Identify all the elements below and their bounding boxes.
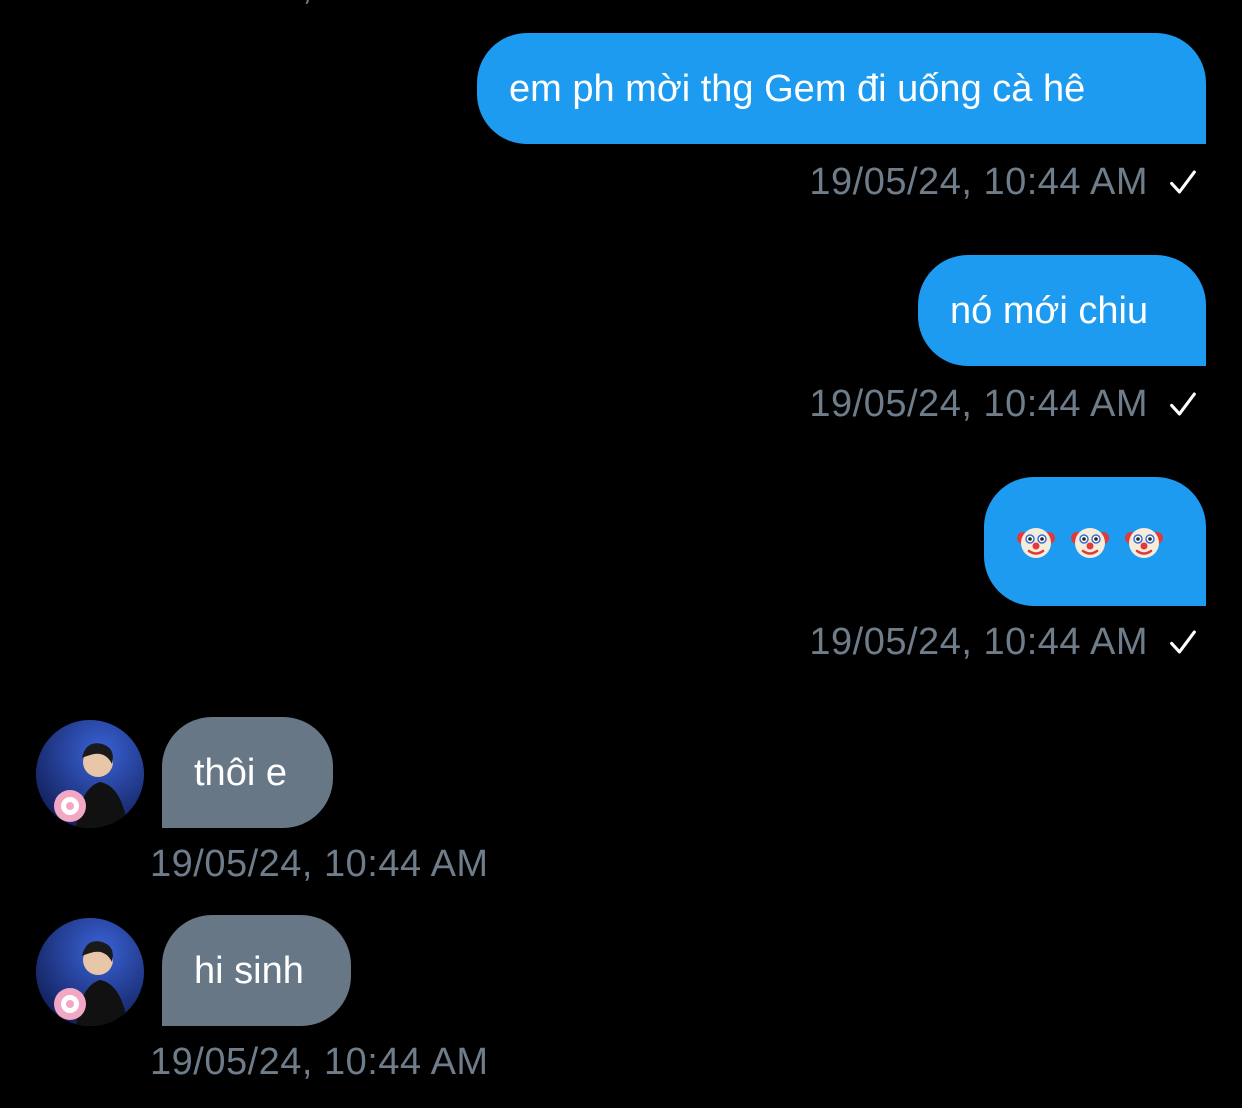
user-avatar[interactable] [36,918,144,1026]
check-icon [1170,170,1196,194]
avatar-image [36,918,144,1026]
message-timestamp: 19/05/24, 10:44 AM [150,1040,489,1083]
incoming-message-bubble[interactable]: hi sinh [162,915,351,1026]
outgoing-message-bubble[interactable]: em ph mời thg Gem đi uống cà hê [477,33,1206,144]
message-meta: 19/05/24, 10:44 AM [150,840,489,888]
check-icon [1170,630,1196,654]
message-meta: 19/05/24, 10:44 AM [150,1038,489,1086]
user-avatar[interactable] [36,720,144,828]
message-timestamp: 19/05/24, 10:44 AM [809,160,1148,203]
avatar-image [36,720,144,828]
emoji-row [1016,522,1164,562]
previous-message-timestamp: 19/05/24, 10:44 AM [150,0,489,9]
message-timestamp: 19/05/24, 10:44 AM [809,382,1148,425]
clown-face-icon [1017,527,1055,558]
outgoing-message-bubble[interactable] [984,477,1206,606]
message-text: em ph mời thg Gem đi uống cà hê [509,67,1086,110]
chat-thread[interactable]: 19/05/24, 10:44 AM em ph mời thg Gem đi … [0,0,1242,1108]
message-timestamp: 19/05/24, 10:44 AM [150,842,489,885]
message-timestamp: 19/05/24, 10:44 AM [809,620,1148,663]
check-icon [1170,392,1196,416]
message-meta: 19/05/24, 10:44 AM [809,158,1200,206]
message-meta: 19/05/24, 10:44 AM [809,380,1200,428]
clown-face-icon [1071,527,1109,558]
outgoing-message-bubble[interactable]: nó mới chiu [918,255,1206,366]
message-text: thôi e [194,751,287,794]
incoming-message-bubble[interactable]: thôi e [162,717,333,828]
message-text: hi sinh [194,949,304,992]
clown-face-icon [1125,527,1163,558]
message-text: nó mới chiu [950,289,1149,332]
message-meta: 19/05/24, 10:44 AM [809,618,1200,666]
